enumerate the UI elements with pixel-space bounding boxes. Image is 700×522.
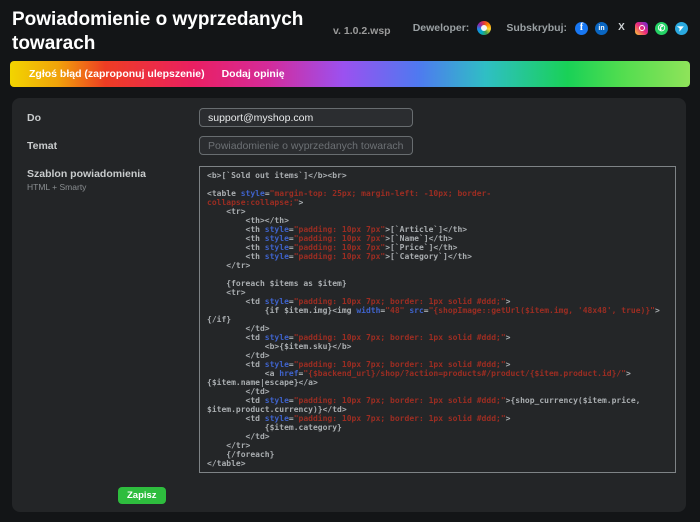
- header-links: Deweloper: Subskrybuj: f in X ✆ ➤: [413, 20, 688, 36]
- instagram-icon[interactable]: [635, 22, 648, 35]
- telegram-glyph: ➤: [676, 23, 685, 33]
- developer-logo-icon[interactable]: [477, 21, 491, 35]
- report-bug-link[interactable]: Zgłoś błąd (zaproponuj ulepszenie): [29, 68, 205, 80]
- template-code-editor[interactable]: <b>[`Sold out items`]</b><br> <table sty…: [199, 166, 676, 473]
- developer-label: Deweloper:: [413, 22, 470, 34]
- linkedin-icon[interactable]: in: [595, 22, 608, 35]
- rainbow-action-bar: Zgłoś błąd (zaproponuj ulepszenie) Dodaj…: [10, 61, 690, 87]
- x-glyph: X: [618, 23, 625, 33]
- save-button[interactable]: Zapisz: [118, 487, 166, 504]
- to-input[interactable]: [199, 108, 413, 127]
- whatsapp-icon[interactable]: ✆: [655, 22, 668, 35]
- facebook-icon[interactable]: f: [575, 22, 588, 35]
- subject-input[interactable]: [199, 136, 413, 155]
- x-twitter-icon[interactable]: X: [615, 22, 628, 35]
- linkedin-glyph: in: [598, 25, 604, 32]
- whatsapp-glyph: ✆: [658, 24, 666, 33]
- template-code: <b>[`Sold out items`]</b><br> <table sty…: [207, 171, 668, 468]
- template-label: Szablon powiadomienia: [27, 168, 146, 180]
- to-label: Do: [27, 112, 41, 124]
- telegram-icon[interactable]: ➤: [675, 22, 688, 35]
- subscribe-label: Subskrybuj:: [506, 22, 567, 34]
- instagram-lens: [639, 25, 645, 31]
- app-version: v. 1.0.2.wsp: [333, 25, 391, 37]
- subject-label: Temat: [27, 140, 57, 152]
- add-review-link[interactable]: Dodaj opinię: [222, 68, 285, 80]
- facebook-glyph: f: [580, 23, 583, 33]
- settings-panel: Do Temat Szablon powiadomienia HTML + Sm…: [12, 98, 686, 512]
- template-sublabel: HTML + Smarty: [27, 182, 86, 192]
- page-title: Powiadomienie o wyprzedanych towarach: [12, 8, 342, 56]
